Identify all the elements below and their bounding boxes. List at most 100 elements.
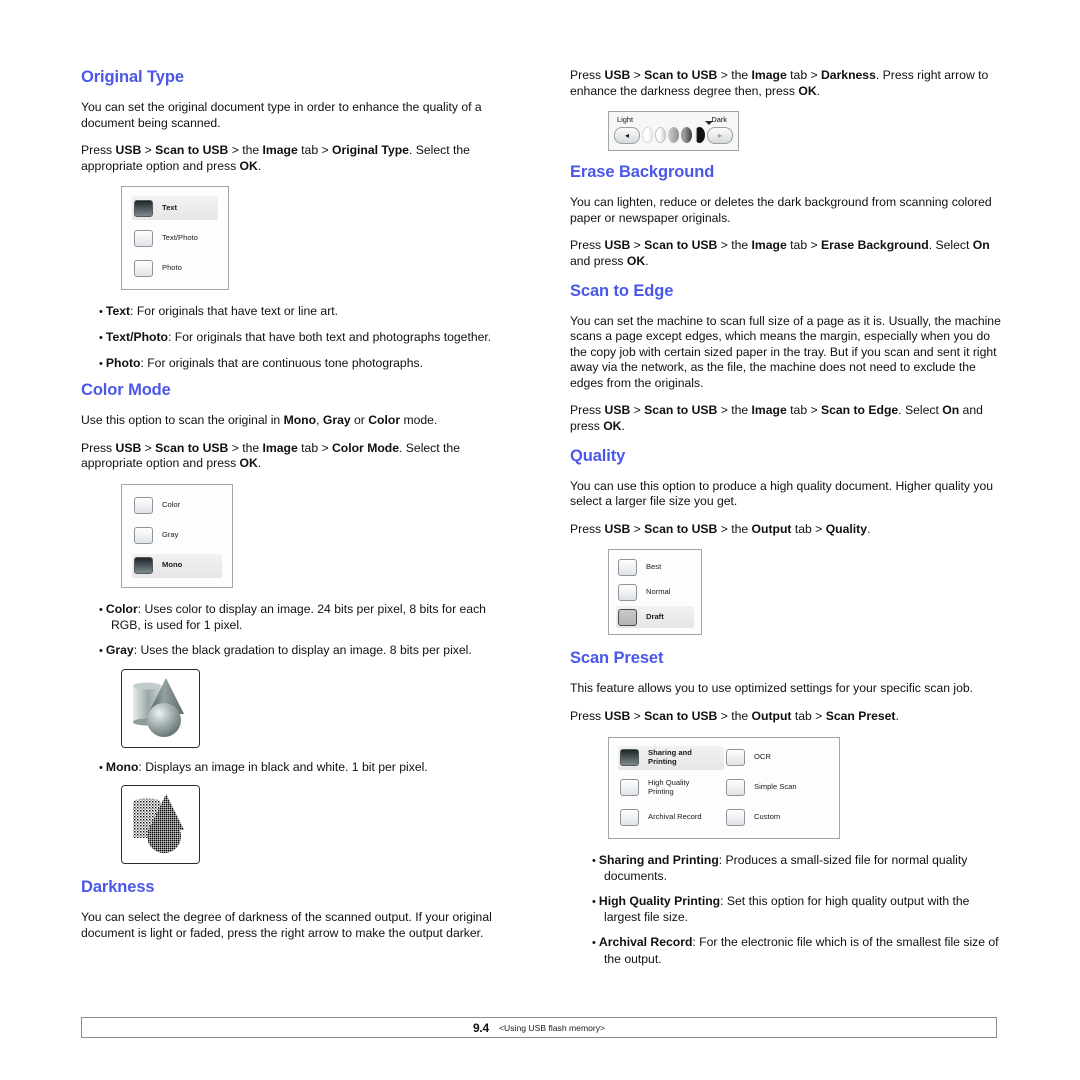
path-period: . <box>257 158 262 173</box>
path-ok-label: OK <box>239 158 258 173</box>
darkness-slider-track[interactable]: ◂ ▸ <box>614 125 733 145</box>
option-row-high-quality-printing[interactable]: High Quality Printing <box>618 776 724 800</box>
darkness-light-label: Light <box>617 115 634 125</box>
option-row-ocr[interactable]: OCR <box>724 746 830 770</box>
color-mode-options-panel: Color Gray Mono <box>121 483 233 588</box>
path-tab-label: tab > <box>297 143 332 158</box>
page-columns: Original Type You can set the original d… <box>0 0 1080 990</box>
radio-button-icon[interactable] <box>620 809 639 827</box>
radio-button-icon[interactable] <box>618 608 637 626</box>
label-line-2: Printing <box>648 756 677 766</box>
heading-color-mode: Color Mode <box>81 381 171 400</box>
option-row-simple-scan[interactable]: Simple Scan <box>724 776 830 800</box>
darkness-slider-widget[interactable]: Light Dark ◂ ▸ <box>608 111 739 152</box>
radio-button-icon[interactable] <box>620 779 639 797</box>
original-type-intro: You can set the original document type i… <box>81 100 505 131</box>
bullet-term: Color <box>105 601 138 616</box>
option-row-color[interactable]: Color <box>132 494 222 518</box>
path-sep: > the <box>228 143 263 158</box>
path-image-tab-label: Image <box>751 403 787 418</box>
path-sep: > <box>630 68 645 82</box>
option-row-normal[interactable]: Normal <box>616 581 694 603</box>
path-period: . <box>816 83 821 98</box>
option-row-photo[interactable]: Photo <box>132 256 218 280</box>
left-arrow-icon[interactable]: ◂ <box>614 126 640 144</box>
option-row-text-photo[interactable]: Text/Photo <box>132 226 218 250</box>
color-mode-intro: Use this option to scan the original in … <box>81 413 505 429</box>
radio-button-icon[interactable] <box>134 199 153 217</box>
right-arrow-icon[interactable]: ▸ <box>707 126 733 144</box>
path-ok-label: OK <box>626 253 646 268</box>
darkness-dot-3[interactable] <box>668 127 679 144</box>
radio-button-icon[interactable] <box>134 557 153 575</box>
bullet-term: Sharing and Printing <box>598 852 719 867</box>
bullet-color: Color: Uses color to display an image. 2… <box>99 602 505 634</box>
scan-preset-column-1: Sharing and Printing High Quality Printi… <box>618 745 724 830</box>
bullet-archival-record: Archival Record: For the electronic file… <box>592 935 1002 967</box>
option-row-gray[interactable]: Gray <box>132 524 222 548</box>
bullet-term: Archival Record <box>598 934 693 949</box>
path-ok-label: OK <box>603 419 622 434</box>
path-press-label: Press <box>570 403 605 418</box>
radio-button-icon[interactable] <box>726 809 745 827</box>
path-period: . <box>621 419 625 434</box>
bullet-text-body: : For originals that have both text and … <box>167 329 492 344</box>
path-press-label: Press <box>570 238 605 253</box>
bullet-sharing-and-printing: Sharing and Printing: Produces a small-s… <box>592 853 1002 885</box>
bullet-text-body: : Uses the black gradation to display an… <box>133 643 472 658</box>
heading-original-type: Original Type <box>81 68 184 86</box>
darkness-path: Press USB > Scan to USB > the Image tab … <box>570 68 1002 99</box>
radio-button-icon[interactable] <box>134 497 153 515</box>
darkness-dot-5[interactable] <box>694 127 705 144</box>
radio-button-icon[interactable] <box>618 558 637 576</box>
original-type-bullets: Text: For originals that have text or li… <box>81 304 505 372</box>
darkness-line1: You can select the degree of darkness of… <box>81 910 450 925</box>
option-row-archival-record[interactable]: Archival Record <box>618 806 724 830</box>
option-row-mono[interactable]: Mono <box>132 553 222 578</box>
darkness-dot-1[interactable] <box>642 127 653 144</box>
bullet-text: Text: For originals that have text or li… <box>99 304 505 321</box>
darkness-dot-2[interactable] <box>655 127 666 144</box>
intro-prefix: Use this option to scan the original in <box>81 413 284 428</box>
option-row-sharing-and-printing[interactable]: Sharing and Printing <box>618 745 724 770</box>
radio-button-icon[interactable] <box>134 259 153 277</box>
radio-button-icon[interactable] <box>620 749 639 767</box>
scan-to-edge-paragraph: You can set the machine to scan full siz… <box>570 313 1001 390</box>
intro-comma: , <box>316 413 323 428</box>
radio-button-icon[interactable] <box>618 583 637 601</box>
path-image-tab-label: Image <box>751 238 787 253</box>
bullet-term: High Quality Printing <box>598 893 721 908</box>
label-line-2: Printing <box>648 786 674 796</box>
intro-gray-label: Gray <box>322 413 351 428</box>
path-usb-label: USB <box>604 68 631 82</box>
option-row-custom[interactable]: Custom <box>724 806 830 830</box>
darkness-level-dots[interactable] <box>640 127 707 144</box>
radio-button-icon[interactable] <box>726 749 745 767</box>
heading-quality: Quality <box>570 446 626 465</box>
option-row-draft[interactable]: Draft <box>616 606 694 629</box>
right-column: Press USB > Scan to USB > the Image tab … <box>570 68 1002 990</box>
path-press-label: Press <box>81 440 116 455</box>
radio-button-icon[interactable] <box>726 779 745 797</box>
heading-scan-to-edge: Scan to Edge <box>570 281 674 300</box>
footer-page-number: 9.4 <box>472 1020 490 1035</box>
option-row-text[interactable]: Text <box>132 196 218 221</box>
option-label-normal: Normal <box>646 587 671 596</box>
bullet-gray: Gray: Uses the black gradation to displa… <box>99 643 505 660</box>
path-tab-label: tab > <box>791 708 826 723</box>
radio-button-icon[interactable] <box>134 229 153 247</box>
path-period: . <box>867 521 871 536</box>
grayscale-shapes-svg <box>122 669 199 747</box>
bullet-text-body: : For originals that have text or line a… <box>130 304 339 319</box>
darkness-position-marker-icon <box>705 121 713 126</box>
option-row-best[interactable]: Best <box>616 556 694 578</box>
intro-mono-label: Mono <box>283 413 317 428</box>
path-usb-label: USB <box>604 403 631 418</box>
path-image-tab-label: Image <box>751 68 787 82</box>
darkness-dot-4[interactable] <box>681 127 692 144</box>
darkness-dark-label: Dark <box>711 115 727 125</box>
path-ok-label: OK <box>239 456 258 471</box>
path-scan-to-usb-label: Scan to USB <box>155 143 229 158</box>
bullet-term: Gray <box>105 643 134 658</box>
radio-button-icon[interactable] <box>134 527 153 545</box>
